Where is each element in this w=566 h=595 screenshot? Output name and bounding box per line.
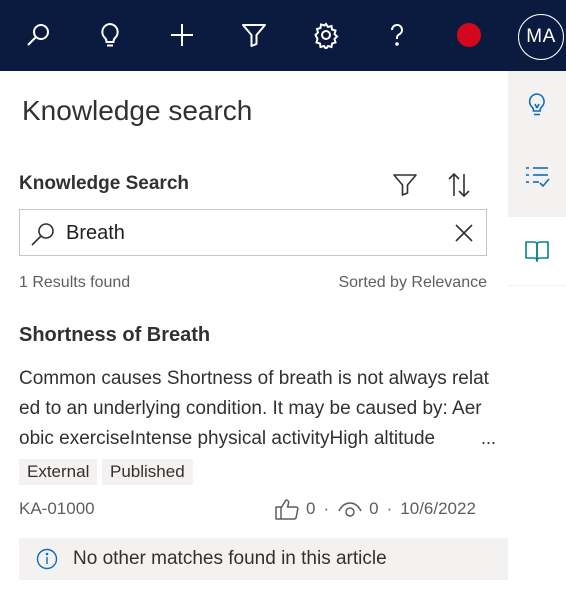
clear-search-button[interactable] — [450, 219, 478, 247]
article-date: 10/6/2022 — [400, 499, 476, 518]
filter-icon — [393, 174, 417, 196]
section-title: Knowledge Search — [19, 173, 189, 194]
tag-external: External — [19, 459, 98, 485]
thumbs-up-icon[interactable] — [274, 497, 300, 521]
filter-results-button[interactable] — [387, 167, 423, 203]
close-icon — [455, 224, 473, 242]
results-count: 1 Results found — [19, 274, 131, 291]
info-message-bar: No other matches found in this article — [19, 538, 508, 580]
lightbulb-icon — [528, 93, 545, 116]
article-meta: 0 · 0 · 10/6/2022 — [274, 496, 476, 522]
lightbulb-icon — [101, 22, 119, 47]
rail-item-ideas[interactable] — [508, 71, 566, 139]
info-icon — [36, 548, 58, 570]
record-button[interactable] — [447, 13, 491, 57]
search-input[interactable] — [66, 218, 436, 248]
page-title: Knowledge search — [22, 95, 253, 126]
sort-button[interactable] — [441, 167, 477, 203]
search-icon — [27, 24, 49, 46]
sort-label: Sorted by Relevance — [338, 274, 487, 291]
right-rail — [508, 71, 566, 286]
sort-icon — [448, 172, 470, 198]
top-bar: MA — [0, 0, 566, 71]
help-icon — [390, 23, 403, 46]
meta-separator: · — [386, 499, 393, 518]
search-icon — [31, 223, 54, 246]
avatar[interactable]: MA — [518, 14, 564, 60]
book-icon — [525, 241, 549, 262]
article-id: KA-01000 — [19, 499, 95, 518]
views-count: 0 — [369, 499, 379, 518]
record-icon — [457, 23, 481, 47]
rail-item-knowledge[interactable] — [508, 217, 566, 285]
article-snippet: Common causes Shortness of breath is not… — [19, 368, 489, 449]
search-field[interactable] — [19, 209, 487, 256]
rail-item-checklist[interactable] — [508, 143, 566, 211]
info-message: No other matches found in this article — [73, 548, 387, 569]
checklist-icon — [526, 167, 550, 188]
eye-icon — [338, 502, 362, 517]
snippet-ellipsis: ... — [481, 423, 503, 453]
filter-button[interactable] — [232, 13, 276, 57]
new-button[interactable] — [160, 13, 204, 57]
meta-separator: · — [323, 499, 330, 518]
settings-button[interactable] — [304, 13, 348, 57]
filter-icon — [242, 24, 266, 47]
ideas-button[interactable] — [88, 13, 132, 57]
plus-icon — [171, 24, 193, 46]
likes-count: 0 — [306, 499, 316, 518]
tag-published: Published — [102, 459, 193, 485]
article-title[interactable]: Shortness of Breath — [19, 324, 210, 347]
gear-icon — [314, 22, 339, 49]
knowledge-search-panel: Knowledge search Knowledge Search 1 Resu… — [0, 71, 508, 595]
help-button[interactable] — [375, 13, 419, 57]
search-button[interactable] — [16, 13, 60, 57]
